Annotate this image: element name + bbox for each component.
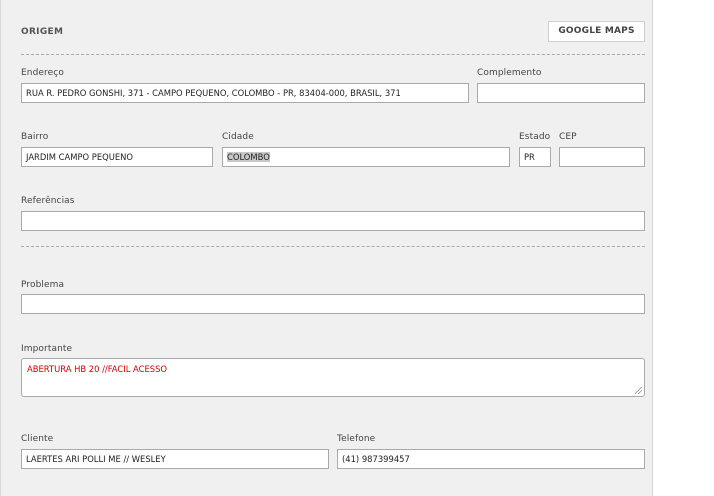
referencias-label: Referências bbox=[21, 196, 75, 206]
bairro-label: Bairro bbox=[21, 132, 49, 142]
referencias-input[interactable] bbox=[21, 211, 645, 231]
problema-input[interactable] bbox=[21, 294, 645, 314]
complemento-input[interactable] bbox=[477, 83, 645, 103]
google-maps-button[interactable]: GOOGLE MAPS bbox=[548, 21, 645, 42]
divider bbox=[21, 54, 645, 55]
section-title: ORIGEM bbox=[21, 27, 64, 37]
telefone-label: Telefone bbox=[337, 434, 376, 444]
cep-label: CEP bbox=[559, 132, 577, 142]
complemento-label: Complemento bbox=[477, 68, 542, 78]
importante-label: Importante bbox=[21, 344, 73, 354]
importante-text: ABERTURA HB 20 //FACIL ACESSO bbox=[27, 364, 167, 374]
cliente-label: Cliente bbox=[21, 434, 54, 444]
endereco-label: Endereço bbox=[21, 68, 64, 78]
origem-panel: ORIGEM GOOGLE MAPS Endereço RUA R. PEDRO… bbox=[0, 0, 653, 496]
cliente-input[interactable]: LAERTES ARI POLLI ME // WESLEY bbox=[21, 449, 329, 469]
divider bbox=[21, 246, 645, 247]
cep-input[interactable] bbox=[559, 147, 645, 167]
cidade-selected-text: COLOMBO bbox=[227, 152, 270, 162]
cidade-label: Cidade bbox=[222, 132, 254, 142]
estado-input[interactable]: PR bbox=[519, 147, 551, 167]
telefone-input[interactable]: (41) 987399457 bbox=[337, 449, 645, 469]
bairro-input[interactable]: JARDIM CAMPO PEQUENO bbox=[21, 147, 213, 167]
problema-label: Problema bbox=[21, 280, 65, 290]
resize-grip-icon[interactable] bbox=[635, 387, 642, 394]
importante-textarea[interactable]: ABERTURA HB 20 //FACIL ACESSO bbox=[21, 358, 645, 397]
cidade-input[interactable]: COLOMBO bbox=[222, 147, 510, 167]
estado-label: Estado bbox=[519, 132, 551, 142]
endereco-input[interactable]: RUA R. PEDRO GONSHI, 371 - CAMPO PEQUENO… bbox=[21, 83, 469, 103]
